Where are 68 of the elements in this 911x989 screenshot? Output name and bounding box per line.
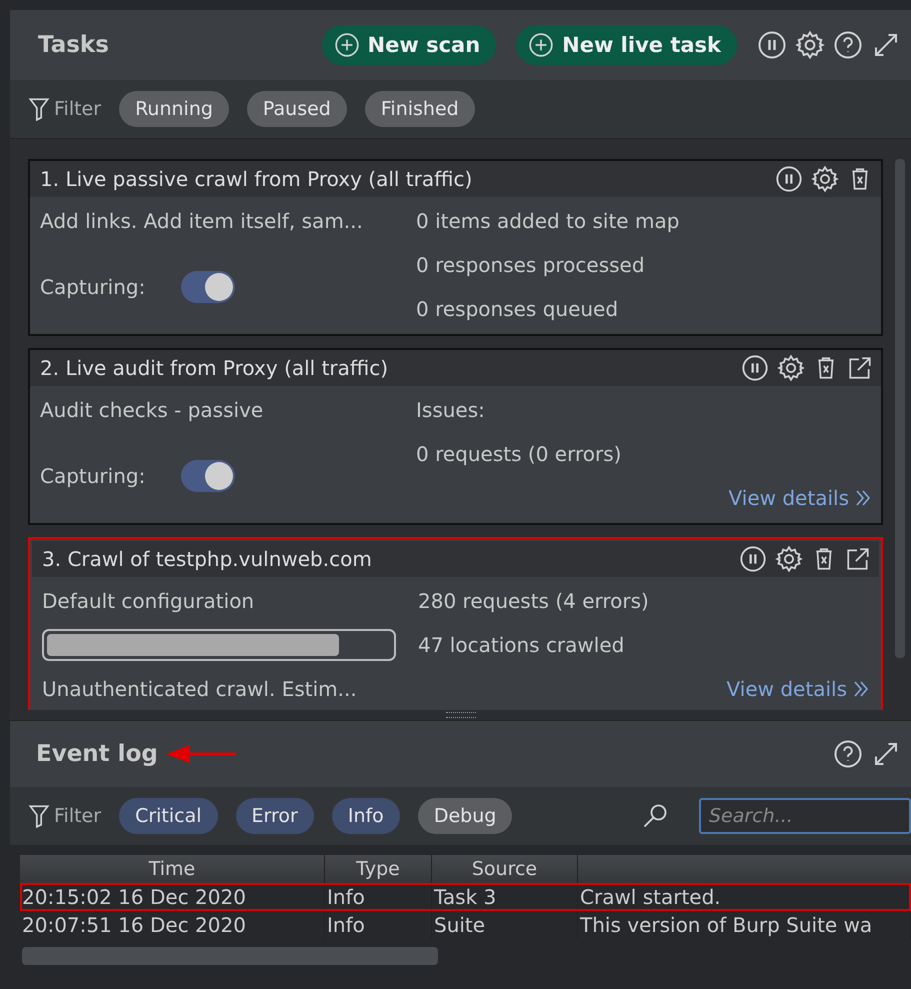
view-details-link[interactable]: View details (726, 677, 869, 701)
table-cell: Task 3 (432, 883, 578, 911)
search-field[interactable]: Search... (699, 798, 911, 834)
capturing-toggle[interactable] (181, 460, 236, 492)
table-cell: Info (325, 883, 432, 911)
filter-icon (28, 96, 50, 122)
pause-icon[interactable] (757, 30, 787, 60)
column-header[interactable]: Source (432, 855, 578, 883)
task-title: 3. Crawl of testphp.vulnweb.com (42, 547, 373, 571)
task-stat: 47 locations crawled (418, 632, 626, 659)
scrollbar[interactable] (895, 159, 905, 658)
plus-icon (334, 32, 360, 58)
popout-icon[interactable] (847, 355, 873, 381)
view-details-link[interactable]: View details (728, 486, 871, 510)
task-description: Default configuration (42, 588, 256, 615)
table-cell: Info (325, 911, 432, 939)
filter-icon (28, 803, 50, 829)
new-task-button[interactable]: New live task (516, 25, 737, 65)
task-description: Add links. Add item itself, sam... (40, 208, 364, 235)
chevrons-icon (855, 488, 871, 508)
panel-title: Event log (36, 741, 158, 767)
filter-chip[interactable]: Critical (119, 798, 218, 834)
task-stat: Issues: (416, 397, 486, 424)
log-row[interactable]: 20:15:02 16 Dec 2020 Info Task 3 Crawl started. (20, 883, 911, 911)
filter-chip[interactable]: Paused (246, 91, 347, 127)
scrollbar[interactable] (22, 947, 438, 965)
pause-icon[interactable] (741, 354, 769, 382)
settings-icon[interactable] (795, 30, 825, 60)
column-header[interactable]: Type (325, 855, 432, 883)
search-icon (641, 802, 669, 830)
pause-icon[interactable] (775, 165, 803, 193)
help-icon[interactable] (833, 739, 863, 769)
help-icon[interactable] (833, 30, 863, 60)
filter-label: Filter (28, 803, 102, 829)
table-cell: Crawl started. (578, 883, 911, 911)
filter-chip[interactable]: Error (236, 798, 314, 834)
task-stat: 0 requests (0 errors) (416, 441, 622, 468)
filter-chip[interactable]: Debug (418, 798, 512, 834)
popout-icon[interactable] (845, 546, 871, 572)
plus-icon (528, 32, 554, 58)
filter-chip[interactable]: Finished (364, 91, 475, 127)
table-cell: 20:15:02 16 Dec 2020 (20, 883, 325, 911)
table-cell: 20:07:51 16 Dec 2020 (20, 911, 325, 939)
task-stat: 280 requests (4 errors) (418, 588, 650, 615)
chevrons-icon (853, 679, 869, 699)
capturing-label: Capturing: (40, 274, 146, 301)
table-cell: Suite (432, 911, 578, 939)
filter-chip[interactable]: Info (332, 798, 400, 834)
table-cell: This version of Burp Suite wa (578, 911, 911, 939)
pause-icon[interactable] (739, 545, 767, 573)
settings-icon[interactable] (811, 165, 839, 193)
task-note: Unauthenticated crawl. Estim... (42, 676, 358, 703)
capturing-toggle[interactable] (181, 271, 236, 303)
panel-title: Tasks (38, 32, 109, 58)
filter-label: Filter (28, 96, 102, 122)
task-title: 2. Live audit from Proxy (all traffic) (40, 356, 390, 380)
task-stat: 0 responses processed (416, 252, 646, 279)
log-row[interactable]: 20:07:51 16 Dec 2020 Info Suite This version of Burp Suite wa (20, 911, 911, 939)
new-task-button[interactable]: New scan (322, 25, 496, 65)
capturing-label: Capturing: (40, 463, 146, 490)
task-description: Audit checks - passive (40, 397, 264, 424)
settings-icon[interactable] (777, 354, 805, 382)
task-stat: 0 items added to site map (416, 208, 680, 235)
task-stat: 0 responses queued (416, 296, 620, 323)
settings-icon[interactable] (775, 545, 803, 573)
filter-chip[interactable]: Running (119, 91, 229, 127)
task-title: 1. Live passive crawl from Proxy (all traffic) (40, 167, 474, 191)
column-header[interactable]: Time (20, 855, 325, 883)
